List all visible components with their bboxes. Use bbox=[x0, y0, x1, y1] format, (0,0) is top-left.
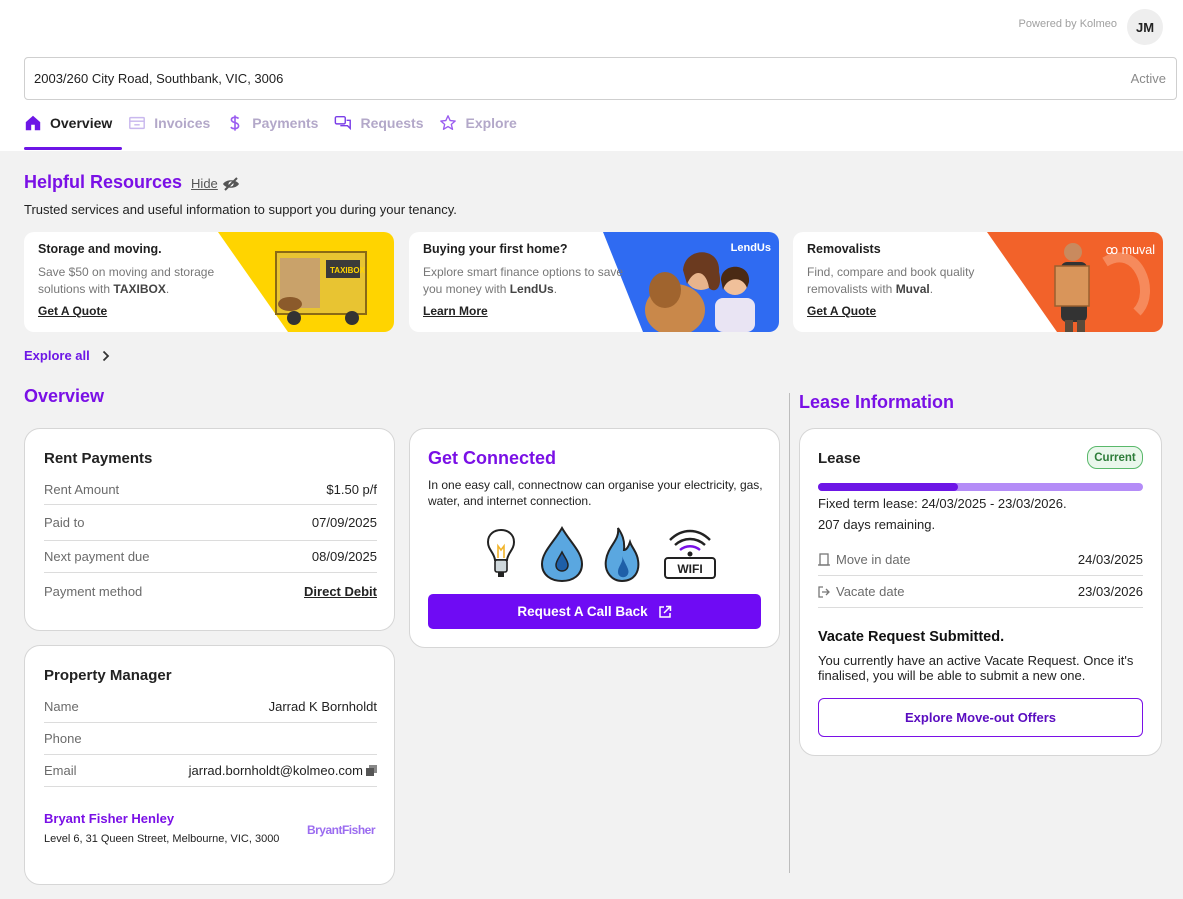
property-address: 2003/260 City Road, Southbank, VIC, 3006 bbox=[34, 71, 284, 86]
lease-progress-fill bbox=[818, 483, 958, 491]
vacate-title: Vacate Request Submitted. bbox=[818, 629, 1005, 645]
card-title: Rent Payments bbox=[44, 450, 153, 467]
chat-icon bbox=[335, 115, 352, 131]
invoice-icon bbox=[129, 116, 146, 130]
utilities-icons: WIFI bbox=[486, 526, 716, 582]
lease-card: Lease Current Fixed term lease: 24/03/20… bbox=[799, 428, 1162, 756]
rent-payments-card: Rent Payments Rent Amount $1.50 p/f Paid … bbox=[24, 428, 395, 631]
tab-requests[interactable]: Requests bbox=[334, 108, 423, 138]
powered-by-label: Powered by Kolmeo bbox=[1018, 18, 1117, 30]
rent-amount-row: Rent Amount $1.50 p/f bbox=[44, 475, 377, 505]
get-a-quote-link[interactable]: Get A Quote bbox=[38, 304, 107, 318]
days-remaining: 207 days remaining. bbox=[818, 517, 936, 532]
explore-all-link[interactable]: Explore all bbox=[24, 348, 110, 363]
tab-label: Payments bbox=[252, 115, 319, 131]
copy-icon[interactable] bbox=[366, 765, 377, 776]
hide-label: Hide bbox=[191, 176, 218, 191]
card-title: Removalists bbox=[807, 242, 881, 256]
section-title: Helpful Resources bbox=[24, 172, 183, 192]
promo-card-muval[interactable]: ꝏ muval Removalists Find, compare and bo… bbox=[793, 232, 1163, 332]
eye-off-icon bbox=[222, 176, 239, 191]
home-icon bbox=[25, 115, 41, 131]
property-selector[interactable]: 2003/260 City Road, Southbank, VIC, 3006… bbox=[24, 57, 1177, 100]
direct-debit-link[interactable]: Direct Debit bbox=[304, 584, 377, 599]
paid-to-row: Paid to 07/09/2025 bbox=[44, 505, 377, 541]
lease-information-title: Lease Information bbox=[799, 392, 955, 412]
next-payment-row: Next payment due 08/09/2025 bbox=[44, 541, 377, 573]
dollar-icon bbox=[230, 115, 240, 131]
vacate-text: You currently have an active Vacate Requ… bbox=[818, 653, 1134, 683]
agency-logo: BryantFisher bbox=[306, 823, 376, 837]
vacate-row: Vacate date 23/03/2026 bbox=[818, 576, 1143, 608]
tab-label: Overview bbox=[50, 115, 113, 131]
lease-date-rows: Move in date 24/03/2025 Vacate date 23/0… bbox=[818, 544, 1143, 608]
card-title: Buying your first home? bbox=[423, 242, 568, 256]
lightbulb-icon bbox=[486, 529, 516, 577]
explore-move-out-offers-button[interactable]: Explore Move-out Offers bbox=[818, 698, 1143, 737]
card-title: Lease bbox=[818, 450, 861, 467]
muval-logo: ꝏ muval bbox=[1105, 243, 1155, 257]
star-icon bbox=[440, 115, 457, 130]
helpful-resources-header: Helpful Resources Hide bbox=[24, 172, 240, 193]
tab-invoices[interactable]: Invoices bbox=[128, 108, 210, 138]
wifi-label: WIFI bbox=[677, 562, 702, 576]
button-label: Request A Call Back bbox=[517, 604, 648, 619]
external-link-icon bbox=[658, 605, 671, 618]
payment-method-row: Payment method Direct Debit bbox=[44, 583, 377, 599]
card-title: Storage and moving. bbox=[38, 242, 162, 256]
lease-term: Fixed term lease: 24/03/2025 - 23/03/202… bbox=[818, 496, 1067, 511]
get-connected-card: Get Connected In one easy call, connectn… bbox=[409, 428, 780, 648]
manager-rows: Name Jarrad K Bornholdt Phone Email jarra… bbox=[44, 691, 377, 787]
learn-more-link[interactable]: Learn More bbox=[423, 304, 488, 318]
vertical-divider bbox=[789, 393, 790, 873]
explore-all-label: Explore all bbox=[24, 348, 90, 363]
card-title: Property Manager bbox=[44, 667, 172, 684]
name-row: Name Jarrad K Bornholdt bbox=[44, 691, 377, 723]
agency-address: Level 6, 31 Queen Street, Melbourne, VIC… bbox=[44, 833, 280, 845]
svg-text:TAXIBOX: TAXIBOX bbox=[330, 266, 366, 275]
property-status: Active bbox=[1130, 71, 1166, 86]
promo-card-lendus[interactable]: LendUs Buying your first home? Explore s… bbox=[409, 232, 779, 332]
section-subtitle: Trusted services and useful information … bbox=[24, 202, 457, 217]
tab-label: Requests bbox=[360, 115, 424, 131]
request-call-back-button[interactable]: Request A Call Back bbox=[428, 594, 761, 629]
door-icon bbox=[818, 553, 830, 566]
email-row: Email jarrad.bornholdt@kolmeo.com bbox=[44, 755, 377, 787]
taxibox-truck-image: TAXIBOX bbox=[218, 232, 394, 332]
tab-label: Explore bbox=[465, 115, 517, 131]
hide-button[interactable]: Hide bbox=[191, 176, 240, 191]
chevron-right-icon bbox=[102, 350, 110, 361]
promo-card-taxibox[interactable]: TAXIBOX Storage and moving. Save $50 on … bbox=[24, 232, 394, 332]
muval-icon: ꝏ bbox=[1105, 243, 1122, 257]
water-drop-icon bbox=[540, 526, 584, 582]
tab-payments[interactable]: Payments bbox=[226, 108, 318, 138]
phone-row: Phone bbox=[44, 723, 377, 755]
property-manager-card: Property Manager Name Jarrad K Bornholdt … bbox=[24, 645, 395, 885]
card-description: Save $50 on moving and storage solutions… bbox=[38, 265, 215, 296]
exit-icon bbox=[818, 585, 830, 598]
avatar[interactable]: JM bbox=[1127, 9, 1163, 45]
card-title: Get Connected bbox=[428, 448, 557, 468]
agency-name: Bryant Fisher Henley bbox=[44, 811, 175, 826]
rent-rows: Rent Amount $1.50 p/f Paid to 07/09/2025 N… bbox=[44, 475, 377, 609]
lease-progress-bar bbox=[818, 483, 1143, 491]
lendus-logo: LendUs bbox=[730, 242, 771, 254]
tab-bar: Overview Invoices Payments Requests Expl… bbox=[24, 108, 517, 151]
get-a-quote-link[interactable]: Get A Quote bbox=[807, 304, 876, 318]
card-description: Find, compare and book quality removalis… bbox=[807, 265, 975, 296]
email-value: jarrad.bornholdt@kolmeo.com bbox=[188, 763, 363, 778]
status-badge: Current bbox=[1087, 446, 1143, 469]
move-in-row: Move in date 24/03/2025 bbox=[818, 544, 1143, 576]
active-tab-indicator bbox=[24, 147, 122, 150]
tab-label: Invoices bbox=[154, 115, 211, 131]
top-header: Powered by Kolmeo JM 2003/260 City Road,… bbox=[0, 0, 1183, 151]
card-description: Explore smart finance options to save yo… bbox=[423, 265, 624, 296]
card-description: In one easy call, connectnow can organis… bbox=[428, 478, 763, 508]
gas-flame-icon bbox=[604, 527, 640, 582]
tab-overview[interactable]: Overview bbox=[24, 108, 112, 138]
tab-explore[interactable]: Explore bbox=[439, 108, 517, 138]
overview-title: Overview bbox=[24, 386, 105, 406]
